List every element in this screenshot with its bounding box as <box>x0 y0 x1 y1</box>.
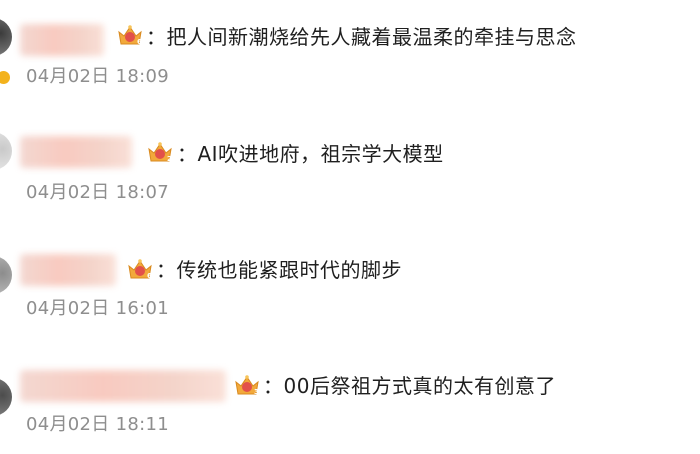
fan-medal-level: 6 <box>147 272 152 280</box>
comment-item[interactable]: 3 ：00后祭祖方式真的太有创意了 04月02日 18:11 <box>0 350 700 454</box>
fan-medal-crown-icon: 3 <box>235 375 259 396</box>
avatar[interactable] <box>0 378 12 416</box>
username[interactable] <box>20 254 116 286</box>
comment-text: ：00后祭祖方式真的太有创意了 <box>263 374 556 398</box>
fan-medal-crown-icon: 2 <box>148 142 172 163</box>
username[interactable] <box>20 136 132 168</box>
comment-time: 04月02日 16:01 <box>26 298 170 319</box>
avatar[interactable] <box>0 18 12 56</box>
comment-text: ：传统也能紧跟时代的脚步 <box>156 258 402 282</box>
fan-medal-level: 3 <box>254 388 259 396</box>
fan-medal-level: 2 <box>167 155 172 163</box>
username[interactable] <box>20 370 226 402</box>
comment-time: 04月02日 18:11 <box>26 414 170 435</box>
fan-medal-level: 6 <box>137 38 142 46</box>
comment-text: ：把人间新潮烧给先人藏着最温柔的牵挂与思念 <box>146 25 577 49</box>
comment-list: 6 ：把人间新潮烧给先人藏着最温柔的牵挂与思念 04月02日 18:09 2 ：… <box>0 0 700 454</box>
avatar[interactable] <box>0 256 12 294</box>
comment-item[interactable]: 6 ：把人间新潮烧给先人藏着最温柔的牵挂与思念 04月02日 18:09 <box>0 0 700 110</box>
fan-medal-crown-icon: 6 <box>118 25 142 46</box>
avatar[interactable] <box>0 132 12 170</box>
username[interactable] <box>20 24 104 56</box>
fan-medal-crown-icon: 6 <box>128 259 152 280</box>
comment-text: ：AI吹进地府，祖宗学大模型 <box>177 142 444 166</box>
comment-time: 04月02日 18:07 <box>26 182 170 203</box>
verified-badge-icon <box>0 70 11 85</box>
comment-item[interactable]: 6 ：传统也能紧跟时代的脚步 04月02日 16:01 <box>0 234 700 344</box>
comment-time: 04月02日 18:09 <box>26 66 170 87</box>
comment-item[interactable]: 2 ：AI吹进地府，祖宗学大模型 04月02日 18:07 <box>0 118 700 228</box>
